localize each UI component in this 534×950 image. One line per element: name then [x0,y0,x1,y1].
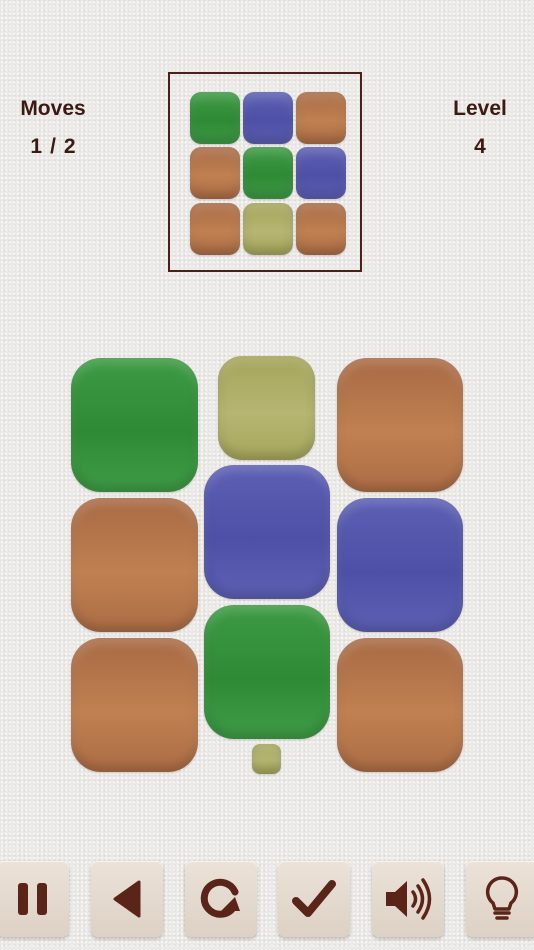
check-button[interactable] [278,861,350,937]
board-tile-blue[interactable] [337,498,463,632]
speaker-icon [386,878,432,920]
target-tile-green [243,147,293,199]
target-pattern [168,72,362,272]
board-tile-olive[interactable] [218,356,315,460]
level-value: 4 [474,135,486,158]
moves-value: 1 / 2 [0,128,113,166]
board-tile-orange[interactable] [71,498,198,632]
back-button[interactable] [91,861,163,937]
target-tile-blue [296,147,346,199]
board-tile-blue[interactable] [204,465,330,599]
board-tile-green[interactable] [71,358,198,492]
target-tile-orange [296,92,346,144]
moves-separator: / [50,135,56,158]
moves-total: 2 [63,135,76,158]
sound-button[interactable] [372,861,444,937]
restart-icon [200,878,240,918]
moves-counter: Moves 1 / 2 [0,90,113,166]
level-label: Level [453,97,507,120]
target-tile-green [190,92,240,144]
moves-label: Moves [20,97,86,120]
board-tile-orange[interactable] [337,638,463,772]
pause-button[interactable] [0,861,69,937]
lightbulb-icon [485,876,519,920]
back-arrow-icon [113,880,141,918]
target-tile-orange [296,203,346,255]
target-tile-orange [190,203,240,255]
target-tile-blue [243,92,293,144]
level-indicator: Level 4 [420,90,534,166]
restart-button[interactable] [185,861,257,937]
board-tile-orange[interactable] [337,358,463,492]
checkmark-icon [292,880,336,917]
board-tile-orange[interactable] [71,638,198,772]
hint-button[interactable] [466,861,534,937]
target-tile-orange [190,147,240,199]
target-tile-olive [243,203,293,255]
board-tile-green[interactable] [204,605,330,739]
moves-current: 1 [30,135,43,158]
pause-icon [18,883,47,915]
board-tile-olive[interactable] [252,744,281,774]
